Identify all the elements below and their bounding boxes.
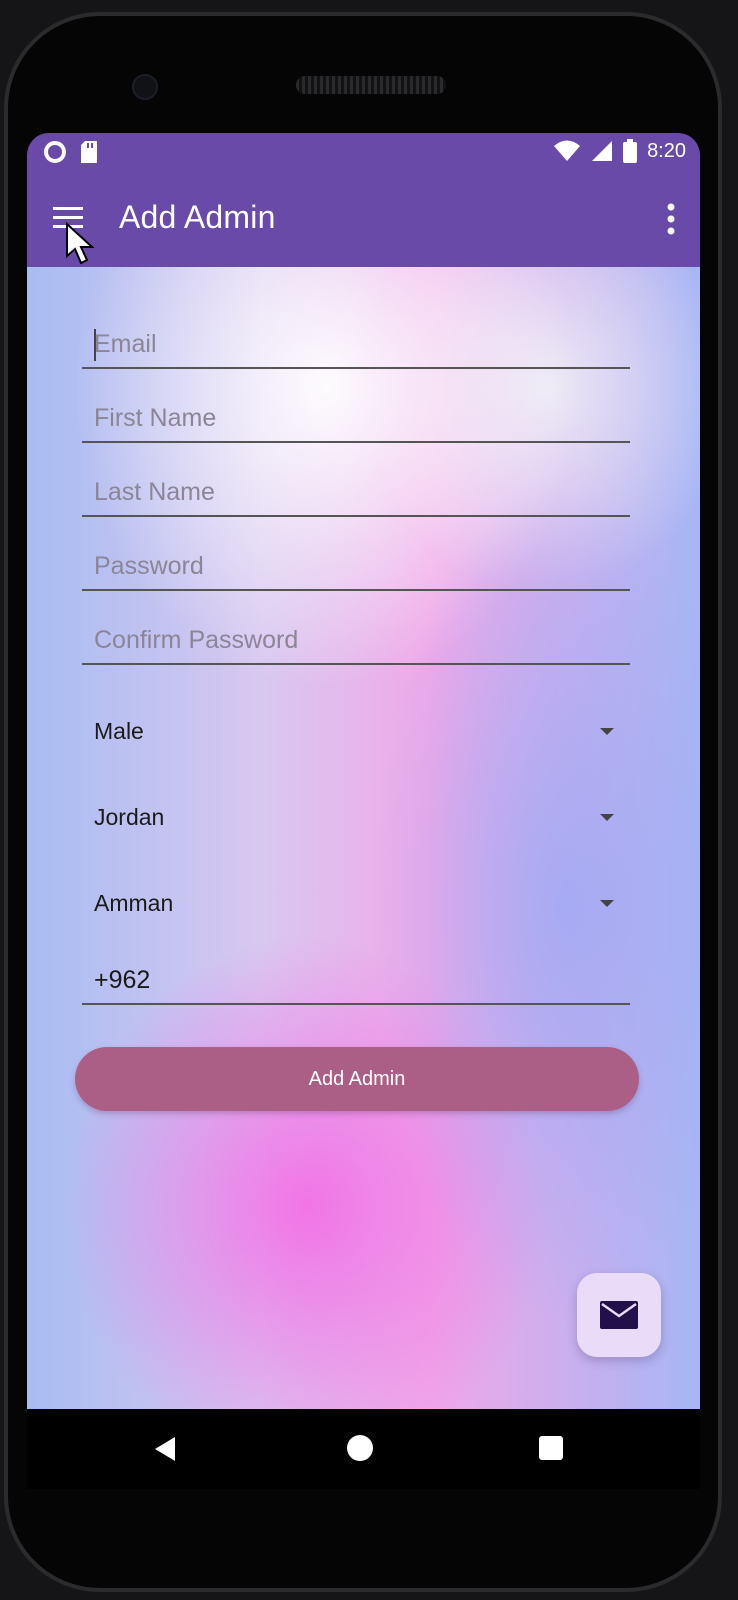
email-field[interactable] <box>82 321 630 369</box>
first-name-field[interactable] <box>82 395 630 443</box>
phone-field[interactable] <box>82 957 630 1005</box>
home-icon[interactable] <box>347 1435 373 1461</box>
signal-icon <box>592 141 613 161</box>
recents-icon[interactable] <box>539 1436 563 1460</box>
back-icon[interactable] <box>153 1435 177 1463</box>
system-nav-bar <box>27 1409 700 1489</box>
last-name-field[interactable] <box>82 469 630 517</box>
confirm-password-input[interactable] <box>82 617 630 663</box>
password-field[interactable] <box>82 543 630 591</box>
front-camera <box>132 74 158 100</box>
earpiece-speaker <box>296 76 446 94</box>
dropdown-arrow-icon <box>600 813 614 821</box>
last-name-input[interactable] <box>82 469 630 515</box>
mail-icon <box>600 1301 638 1329</box>
country-selected-value: Jordan <box>94 803 165 830</box>
mouse-cursor-icon <box>66 222 95 265</box>
status-time: 8:20 <box>647 139 686 162</box>
gender-selected-value: Male <box>94 717 144 744</box>
city-selected-value: Amman <box>94 889 174 916</box>
first-name-input[interactable] <box>82 395 630 441</box>
dropdown-arrow-icon <box>600 727 614 735</box>
wifi-icon <box>554 140 581 161</box>
battery-icon <box>623 139 638 163</box>
form-container: Male Jordan Amman Add Admin <box>27 267 700 1409</box>
phone-input[interactable] <box>82 957 630 1003</box>
sd-card-icon <box>81 141 97 163</box>
circle-notification-icon <box>44 141 66 163</box>
dropdown-arrow-icon <box>600 899 614 907</box>
more-vert-icon[interactable] <box>664 201 678 237</box>
status-bar: 8:20 <box>27 133 700 171</box>
app-bar: Add Admin <box>27 171 700 267</box>
city-dropdown[interactable]: Amman <box>94 881 614 925</box>
mail-fab-button[interactable] <box>577 1273 661 1357</box>
email-input[interactable] <box>82 321 630 367</box>
add-admin-button[interactable]: Add Admin <box>75 1047 639 1111</box>
password-input[interactable] <box>82 543 630 589</box>
gender-dropdown[interactable]: Male <box>94 709 614 753</box>
page-title: Add Admin <box>119 199 276 235</box>
app-screen: 8:20 Add Admin Email First Name Last Nam… <box>27 133 700 1409</box>
confirm-password-field[interactable] <box>82 617 630 665</box>
country-dropdown[interactable]: Jordan <box>94 795 614 839</box>
